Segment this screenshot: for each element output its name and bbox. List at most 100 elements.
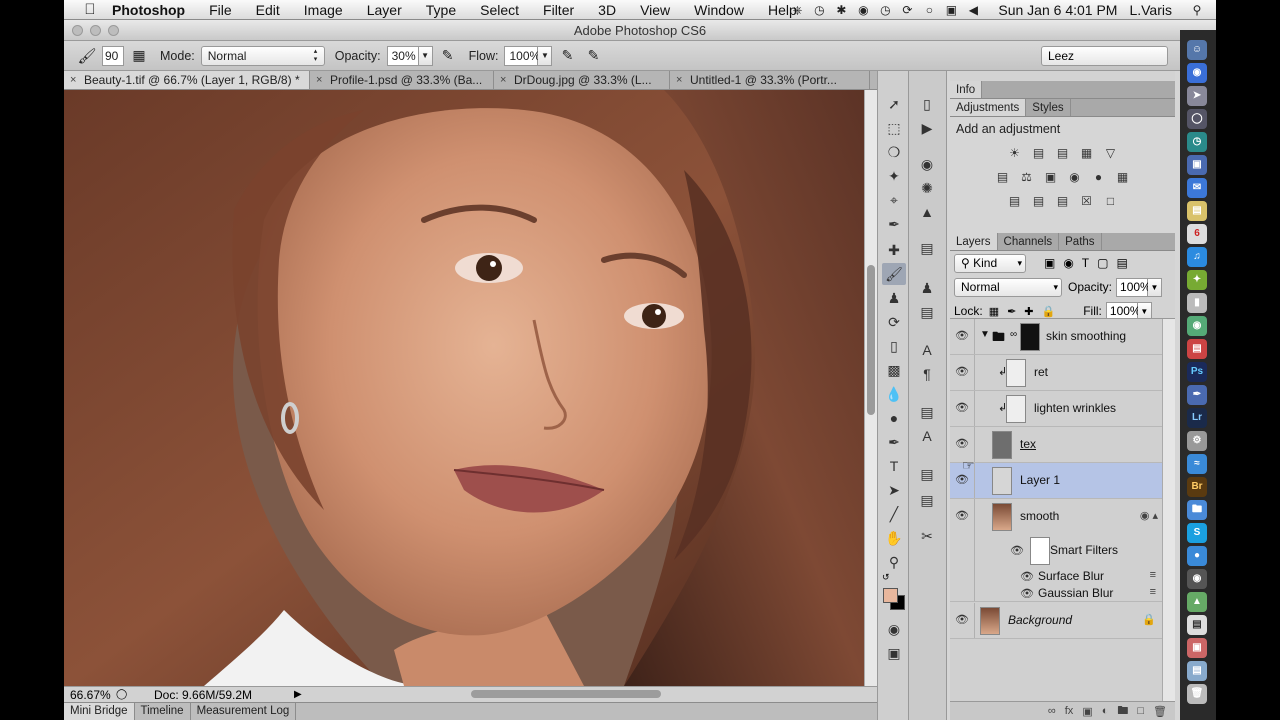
disk-icon[interactable]: ◯ xyxy=(1187,109,1207,129)
zoom-window-button[interactable] xyxy=(108,25,119,36)
trash-icon[interactable]: 🗑 xyxy=(1187,684,1207,704)
marquee-tool-icon[interactable]: ⬚ xyxy=(882,117,906,139)
canvas-horizontal-scroll-thumb[interactable] xyxy=(471,690,661,698)
link-layers-icon[interactable]: ∞ xyxy=(1048,705,1056,717)
selective-color-icon[interactable]: ☒ xyxy=(1078,192,1096,210)
history-panel-icon[interactable]: ▯ xyxy=(915,93,939,115)
pen-tool-icon[interactable]: ✒ xyxy=(882,431,906,453)
crop-tool-icon[interactable]: ⌖ xyxy=(882,189,906,211)
properties-panel-icon[interactable]: ▤ xyxy=(915,489,939,511)
pressure-opacity-icon[interactable]: ✎ xyxy=(437,47,459,64)
fx-icon[interactable]: fx xyxy=(1065,705,1074,717)
bluetooth-icon[interactable]: ✱ xyxy=(830,3,852,17)
document-canvas[interactable] xyxy=(64,90,864,686)
safari-icon[interactable]: ◉ xyxy=(1187,63,1207,83)
filter-options-icon[interactable]: ≡ xyxy=(1150,586,1156,598)
network-icon[interactable]: ◉ xyxy=(1187,316,1207,336)
visibility-eye-icon[interactable]: 👁 xyxy=(955,401,969,415)
exposure-icon[interactable]: ▦ xyxy=(1078,144,1096,162)
surface-blur-label[interactable]: Surface Blur xyxy=(1038,569,1104,583)
tab-layers[interactable]: Layers xyxy=(950,233,998,250)
brush-tool-icon[interactable]: 🖌 xyxy=(882,263,906,285)
layer-kind-select[interactable]: ⚲ Kind xyxy=(954,253,1026,273)
layer-row-tex[interactable]: 👁 tex xyxy=(950,427,1162,463)
hue-saturation-icon[interactable]: ▤ xyxy=(994,168,1012,186)
delete-layer-icon[interactable]: 🗑 xyxy=(1153,705,1167,718)
character-panel-icon[interactable]: A xyxy=(915,339,939,361)
status-circle-icon[interactable]: ○ xyxy=(918,3,940,17)
menu-select[interactable]: Select xyxy=(468,2,531,18)
swap-colors-icon[interactable]: ↺ xyxy=(882,572,890,583)
type-tool-icon[interactable]: T xyxy=(882,455,906,477)
tab-untitled-1[interactable]: × Untitled-1 @ 33.3% (Portr... xyxy=(670,71,870,89)
tab-styles[interactable]: Styles xyxy=(1026,99,1071,116)
app-red-icon[interactable]: ▤ xyxy=(1187,339,1207,359)
visibility-eye-icon[interactable]: 👁 xyxy=(955,509,969,523)
doc-size[interactable]: Doc: 9.66M/59.2M xyxy=(154,688,252,702)
brush-presets-icon[interactable]: ▤ xyxy=(915,237,939,259)
path-select-tool-icon[interactable]: ➤ xyxy=(882,479,906,501)
smart-object-icon[interactable]: ◉ ▴ xyxy=(1140,509,1158,522)
brush-panel-icon[interactable]: ▦ xyxy=(128,47,150,64)
usb-icon[interactable]: ▮ xyxy=(1187,293,1207,313)
tools-misc-icon[interactable]: ✂ xyxy=(915,525,939,547)
menu-filter[interactable]: Filter xyxy=(531,2,586,18)
gradient-map-icon[interactable]: □ xyxy=(1102,192,1120,210)
notes-panel-icon[interactable]: ▤ xyxy=(915,463,939,485)
menu-app[interactable]: Photoshop xyxy=(102,2,197,18)
lightroom-dock-icon[interactable]: Lr xyxy=(1187,408,1207,428)
mode-select[interactable]: Normal xyxy=(200,45,325,66)
lasso-tool-icon[interactable]: ❍ xyxy=(882,141,906,163)
rocket-icon[interactable]: ➤ xyxy=(1187,86,1207,106)
actions-panel-icon[interactable]: ▶ xyxy=(915,117,939,139)
opacity-dropdown[interactable]: ▼ xyxy=(418,45,433,66)
mail-icon[interactable]: ✉ xyxy=(1187,178,1207,198)
menu-edit[interactable]: Edit xyxy=(244,2,292,18)
time-machine-icon[interactable]: ◷ xyxy=(874,3,896,17)
clock-icon[interactable]: ◷ xyxy=(1187,132,1207,152)
navigator-panel-icon[interactable]: ▲ xyxy=(915,201,939,223)
brush-size-box[interactable]: 90 xyxy=(102,45,124,66)
color-panel-icon[interactable]: ◉ xyxy=(915,153,939,175)
downloads-icon[interactable]: ▤ xyxy=(1187,661,1207,681)
lock-icons[interactable]: ▦✒✚🔒 xyxy=(989,305,1064,318)
photos-icon[interactable]: ▣ xyxy=(1187,638,1207,658)
brush-tool-icon[interactable]: 🖌 xyxy=(72,47,102,65)
gradient-tool-icon[interactable]: ▩ xyxy=(882,359,906,381)
finder-icon[interactable]: ☺ xyxy=(1187,40,1207,60)
preview-icon[interactable]: ▣ xyxy=(1187,155,1207,175)
pressure-size-icon[interactable]: ✎ xyxy=(582,47,604,64)
apple-icon[interactable]:  xyxy=(78,1,102,18)
eyedropper-tool-icon[interactable]: ✒ xyxy=(882,213,906,235)
timer-icon[interactable]: ◷ xyxy=(808,3,830,17)
status-icon[interactable]: ◯ xyxy=(116,689,130,700)
visibility-eye-icon[interactable]: 👁 xyxy=(955,437,969,451)
photo-filter-icon[interactable]: ◉ xyxy=(1066,168,1084,186)
scrollbar-thumb[interactable] xyxy=(867,265,875,415)
opacity-input[interactable]: 30% xyxy=(386,45,419,66)
tab-mini-bridge[interactable]: Mini Bridge xyxy=(64,703,135,720)
layer-row-layer-1[interactable]: 👁 Layer 1 xyxy=(950,463,1162,499)
tab-timeline[interactable]: Timeline xyxy=(135,703,191,720)
add-mask-icon[interactable]: ▣ xyxy=(1082,705,1092,718)
app-misc-icon[interactable]: ▲ xyxy=(1187,592,1207,612)
menu-file[interactable]: File xyxy=(197,2,244,18)
foreground-color-swatch[interactable] xyxy=(883,588,898,603)
curves-icon[interactable]: ▤ xyxy=(1054,144,1072,162)
menu-image[interactable]: Image xyxy=(292,2,355,18)
canvas-vertical-scrollbar[interactable] xyxy=(864,90,877,686)
layer-row-ret[interactable]: 👁 ↲ ret xyxy=(950,355,1162,391)
surface-blur-eye-icon[interactable]: 👁 xyxy=(1020,570,1034,584)
hand-tool-icon[interactable]: ✋ xyxy=(882,527,906,549)
visibility-eye-icon[interactable]: 👁 xyxy=(955,613,969,627)
eraser-tool-icon[interactable]: ▯ xyxy=(882,335,906,357)
app-green-icon[interactable]: ✦ xyxy=(1187,270,1207,290)
visibility-eye-icon[interactable]: 👁 xyxy=(955,473,969,487)
move-tool-icon[interactable]: ➚ xyxy=(882,93,906,115)
tab-adjustments[interactable]: Adjustments xyxy=(950,99,1027,116)
flow-input[interactable]: 100% xyxy=(504,45,540,66)
pen-app-icon[interactable]: ✒ xyxy=(1187,385,1207,405)
sync-icon[interactable]: ⟳ xyxy=(896,3,918,17)
itunes-icon[interactable]: ♫ xyxy=(1187,247,1207,267)
tab-paths[interactable]: Paths xyxy=(1059,233,1102,250)
